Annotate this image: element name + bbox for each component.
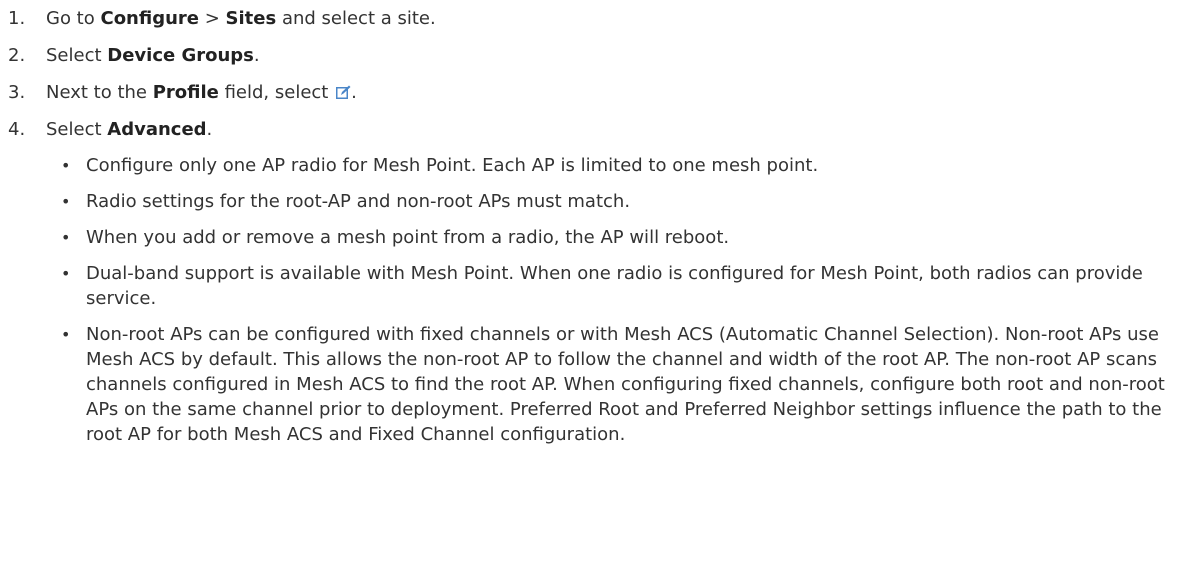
step-text: Select	[46, 45, 108, 66]
step-text: >	[199, 8, 226, 29]
bullet-icon: •	[61, 325, 71, 344]
step-1: 1. Go to Configure > Sites and select a s…	[0, 0, 1182, 37]
list-item: • Radio settings for the root-AP and non-…	[0, 189, 1182, 214]
list-item: • When you add or remove a mesh point fro…	[0, 225, 1182, 250]
step-text: .	[253, 45, 260, 66]
note-text: Non-root APs can be configured with fixe…	[86, 324, 1165, 445]
edit-icon	[336, 75, 351, 99]
menu-sites: Sites	[225, 8, 277, 29]
step-text: field, select	[218, 82, 335, 103]
menu-configure: Configure	[100, 8, 200, 29]
menu-device-groups: Device Groups	[107, 45, 254, 66]
note-text: Radio settings for the root-AP and non-r…	[86, 191, 631, 212]
list-item: • Configure only one AP radio for Mesh Po…	[0, 153, 1182, 178]
procedure-steps: 1. Go to Configure > Sites and select a s…	[0, 0, 1182, 148]
step-text: and select a site.	[276, 8, 436, 29]
step-text: Select	[46, 119, 108, 140]
note-text: When you add or remove a mesh point from…	[86, 227, 730, 248]
step-number: 1.	[8, 8, 26, 29]
procedure-document: 1. Go to Configure > Sites and select a s…	[0, 0, 1182, 447]
step-4: 4. Select Advanced.	[0, 111, 1182, 148]
step-3: 3. Next to the Profile field, select .	[0, 74, 1182, 111]
list-item: • Non-root APs can be configured with fix…	[0, 322, 1182, 447]
bullet-icon: •	[61, 264, 71, 283]
bullet-icon: •	[61, 228, 71, 247]
menu-advanced: Advanced	[107, 119, 207, 140]
field-profile: Profile	[152, 82, 219, 103]
step-number: 4.	[8, 119, 26, 140]
mesh-notes-list: • Configure only one AP radio for Mesh Po…	[0, 153, 1182, 447]
step-text: .	[206, 119, 213, 140]
step-text: Next to the	[46, 82, 153, 103]
bullet-icon: •	[61, 192, 71, 211]
note-text: Dual-band support is available with Mesh…	[86, 263, 1143, 309]
step-2: 2. Select Device Groups.	[0, 37, 1182, 74]
step-text: .	[351, 82, 357, 103]
note-text: Configure only one AP radio for Mesh Poi…	[86, 155, 819, 176]
step-text: Go to	[46, 8, 101, 29]
bullet-icon: •	[61, 156, 71, 175]
list-item: • Dual-band support is available with Mes…	[0, 261, 1182, 311]
step-number: 3.	[8, 82, 26, 103]
step-number: 2.	[8, 45, 26, 66]
